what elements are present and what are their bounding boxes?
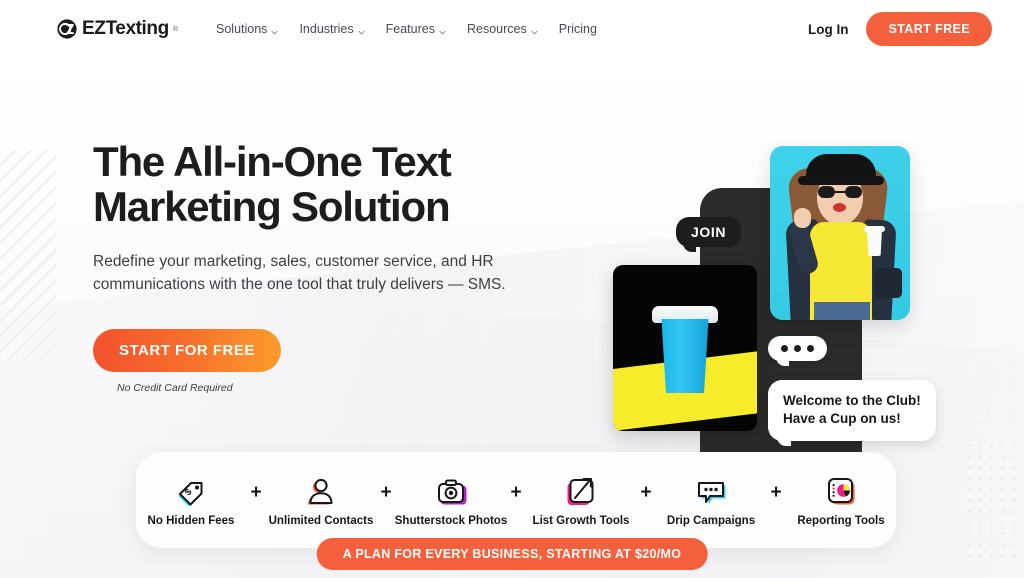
chevron-down-icon (439, 25, 446, 35)
site-header: EZTexting ® Solutions Industries Feature… (0, 0, 1024, 58)
start-free-button[interactable]: START FREE (866, 12, 992, 46)
plus-separator: + (510, 482, 522, 503)
welcome-line-2: Have a Cup on us! (783, 410, 901, 426)
nav-item-pricing[interactable]: Pricing (559, 22, 597, 36)
woman-photo-card (770, 146, 910, 320)
logo-text: EZTexting (82, 18, 169, 39)
start-for-free-button[interactable]: START FOR FREE (93, 328, 281, 372)
hero-subheading: Redefine your marketing, sales, customer… (93, 251, 588, 296)
photo-held-cup (867, 230, 882, 256)
sunglasses-lens-left (818, 186, 835, 198)
cup-body (661, 319, 709, 393)
nav-label: Features (385, 22, 435, 36)
price-tag-icon: $ (174, 474, 208, 508)
feature-drip-campaigns[interactable]: Drip Campaigns (659, 474, 763, 527)
welcome-line-1: Welcome to the Club! (783, 393, 921, 408)
join-message-bubble: JOIN (676, 217, 742, 252)
typing-dot (794, 345, 801, 352)
headline-line-1: The All-in-One Text (93, 138, 452, 185)
chat-bubble-icon (694, 474, 728, 508)
growth-chart-icon (564, 474, 598, 508)
coffee-photo-card (613, 265, 757, 431)
pie-report-icon (824, 474, 858, 508)
feature-label: Drip Campaigns (666, 514, 756, 527)
no-credit-card-note: No Credit Card Required (117, 381, 233, 394)
nav-label: Resources (466, 22, 527, 36)
page-title: The All-in-One Text Marketing Solution (93, 138, 613, 230)
nav-item-resources[interactable]: Resources (467, 22, 538, 36)
plus-separator: + (250, 482, 262, 503)
header-actions: Log In START FREE (808, 12, 992, 46)
nav-label: Solutions (216, 22, 268, 36)
subhead-line-2: with the one tool that truly delivers — … (209, 275, 506, 293)
nav-item-solutions[interactable]: Solutions (216, 22, 279, 36)
feature-reporting-tools[interactable]: Reporting Tools (789, 474, 893, 527)
feature-label: List Growth Tools (532, 514, 630, 527)
blue-cup-illustration (652, 306, 718, 393)
pricing-banner[interactable]: A PLAN FOR EVERY BUSINESS, STARTING AT $… (316, 538, 708, 570)
logo[interactable]: EZTexting ® (56, 18, 178, 40)
nav-item-industries[interactable]: Industries (299, 22, 365, 36)
plus-separator: + (770, 482, 782, 503)
photo-lips (833, 203, 846, 212)
chevron-down-icon (531, 25, 538, 35)
feature-list-growth-tools[interactable]: List Growth Tools (529, 474, 633, 527)
photo-hat-brim (798, 176, 884, 185)
logo-trademark: ® (172, 25, 178, 33)
photo-peace-sign-hand (794, 208, 811, 228)
typing-dot (807, 345, 814, 352)
chevron-down-icon (271, 25, 279, 35)
feature-shutterstock-photos[interactable]: Shutterstock Photos (395, 474, 507, 527)
login-link[interactable]: Log In (808, 22, 849, 37)
hero-copy: The All-in-One Text Marketing Solution R… (93, 138, 613, 394)
person-icon (304, 474, 338, 508)
main-navigation: Solutions Industries Features Resources … (216, 22, 597, 36)
photo-jeans (814, 302, 870, 320)
feature-label: Unlimited Contacts (268, 514, 374, 527)
hero-artwork: JOIN Welcome to the Club! Have a Cup on … (600, 128, 980, 488)
plus-separator: + (380, 482, 392, 503)
feature-label: Shutterstock Photos (394, 514, 508, 527)
nav-item-features[interactable]: Features (386, 22, 446, 36)
typing-dot (781, 345, 788, 352)
photo-handbag (874, 268, 902, 298)
typing-indicator-bubble (768, 336, 827, 366)
feature-label: No Hidden Fees (147, 514, 235, 527)
features-card: $ No Hidden Fees + Unlimited Contacts + (136, 452, 896, 548)
ez-logo-icon (56, 18, 78, 40)
headline-line-2: Marketing Solution (93, 182, 451, 230)
photo-sunglasses (818, 186, 862, 198)
sunglasses-bridge (835, 191, 845, 193)
camera-icon (434, 474, 468, 508)
nav-label: Pricing (558, 22, 597, 36)
chevron-down-icon (358, 25, 365, 35)
welcome-message-bubble: Welcome to the Club! Have a Cup on us! (768, 380, 936, 446)
feature-no-hidden-fees[interactable]: $ No Hidden Fees (139, 474, 243, 527)
sunglasses-lens-right (845, 186, 862, 198)
plus-separator: + (640, 482, 652, 503)
feature-unlimited-contacts[interactable]: Unlimited Contacts (269, 474, 373, 527)
diagonal-stripes-decoration (0, 150, 56, 360)
feature-label: Reporting Tools (797, 514, 885, 527)
nav-label: Industries (299, 22, 354, 36)
